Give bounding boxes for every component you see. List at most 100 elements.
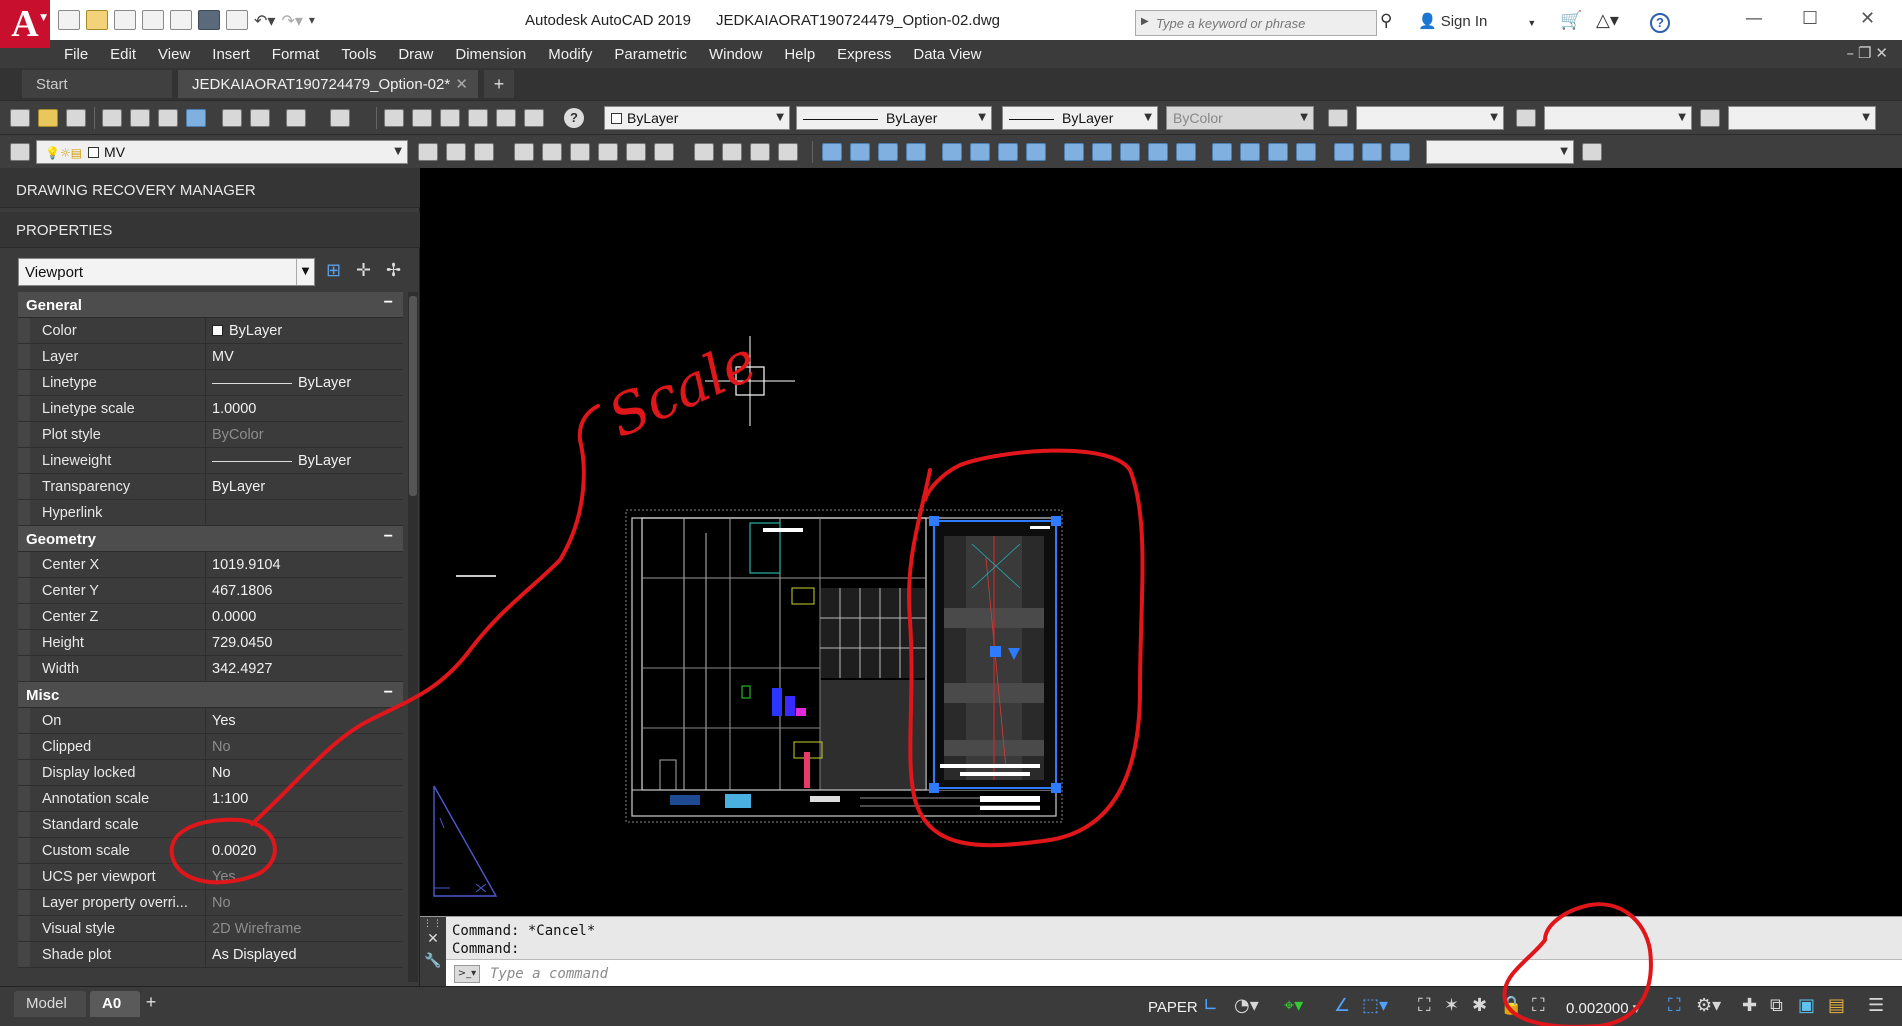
baseline-dimension-icon[interactable] [1092, 143, 1112, 161]
property-value[interactable]: 2D Wireframe [205, 916, 403, 941]
dimension-break-icon[interactable] [1176, 143, 1196, 161]
property-row-hyperlink[interactable]: Hyperlink [18, 500, 403, 526]
expand-arrow-icon[interactable]: ▶ [1141, 16, 1149, 27]
open-web-icon[interactable] [170, 10, 192, 30]
property-value[interactable]: ByColor [205, 422, 403, 447]
property-value[interactable]: ByLayer [205, 370, 403, 395]
property-row-layer[interactable]: Layer MV [18, 344, 403, 370]
menu-window[interactable]: Window [709, 46, 762, 63]
cut-icon[interactable] [222, 109, 242, 127]
plot-preview-icon[interactable] [130, 109, 150, 127]
save-as-icon[interactable] [142, 10, 164, 30]
property-row-clipped[interactable]: Clipped No [18, 734, 403, 760]
maximize-icon[interactable]: ☐ [1802, 8, 1818, 29]
menu-format[interactable]: Format [272, 46, 320, 63]
dimension-update-icon[interactable] [1390, 143, 1410, 161]
property-row-visual-style[interactable]: Visual style 2D Wireframe [18, 916, 403, 942]
make-current-layer-icon[interactable] [418, 143, 438, 161]
minimize-icon[interactable]: — [1745, 8, 1763, 29]
property-value[interactable]: MV [205, 344, 403, 369]
command-line-gutter[interactable]: ⋮⋮ ✕ 🔧 [420, 917, 446, 987]
binoculars-icon[interactable]: ⚲ [1380, 11, 1392, 31]
dimension-style-icon[interactable] [1516, 109, 1536, 127]
menu-tools[interactable]: Tools [341, 46, 376, 63]
redo-icon[interactable] [330, 109, 350, 127]
floor-plan-viewport[interactable] [641, 517, 927, 791]
aligned-dimension-icon[interactable] [850, 143, 870, 161]
property-row-width[interactable]: Width 342.4927 [18, 656, 403, 682]
customize-wrench-icon[interactable]: 🔧 [420, 953, 446, 969]
quick-dimension-icon[interactable] [1064, 143, 1084, 161]
property-value[interactable]: ByLayer [205, 474, 403, 499]
match-properties-icon[interactable] [250, 109, 270, 127]
property-row-shade-plot[interactable]: Shade plot As Displayed [18, 942, 403, 968]
property-row-height[interactable]: Height 729.0450 [18, 630, 403, 656]
layer-merge-icon[interactable] [778, 143, 798, 161]
drawing-canvas[interactable] [420, 168, 1902, 916]
save-icon[interactable] [66, 109, 86, 127]
dimension-style-icon[interactable] [1582, 143, 1602, 161]
open-icon[interactable] [86, 10, 108, 30]
annotation-monitor-icon[interactable]: ✚ [1742, 995, 1757, 1016]
property-value[interactable]: No [205, 760, 403, 785]
paper-space-drawing[interactable] [420, 168, 1902, 916]
clean-screen-icon[interactable]: ▤ [1828, 995, 1845, 1016]
layer-combo[interactable]: 💡☼▤ MV ▼ [36, 140, 408, 164]
collapse-icon[interactable]: − [384, 684, 393, 702]
layer-isolate-icon[interactable] [570, 143, 590, 161]
add-layout-button[interactable]: + [142, 991, 172, 1017]
3d-dwf-icon[interactable] [186, 109, 206, 127]
diameter-dimension-icon[interactable] [998, 143, 1018, 161]
property-row-custom-scale[interactable]: Custom scale 0.0020 [18, 838, 403, 864]
annotation-visibility-icon[interactable]: ✶ [1444, 995, 1459, 1016]
open-icon[interactable] [38, 109, 58, 127]
command-input-row[interactable]: >_▾ [446, 959, 1902, 987]
layer-properties-icon[interactable] [10, 143, 30, 161]
layout-tab-a0[interactable]: A0 [90, 991, 140, 1017]
menu-edit[interactable]: Edit [110, 46, 136, 63]
property-row-center-y[interactable]: Center Y 467.1806 [18, 578, 403, 604]
inspection-icon[interactable] [1268, 143, 1288, 161]
paper-space-toggle[interactable]: PAPER [1148, 999, 1198, 1016]
linear-dimension-icon[interactable] [822, 143, 842, 161]
plot-icon[interactable] [102, 109, 122, 127]
layer-change-icon[interactable] [542, 143, 562, 161]
grip-top-left[interactable] [929, 516, 939, 526]
tolerance-icon[interactable] [1212, 143, 1232, 161]
markup-icon[interactable] [496, 109, 516, 127]
grip-bottom-left[interactable] [929, 783, 939, 793]
maximize-viewport-icon[interactable]: ⛶ [1532, 995, 1545, 1016]
jogged-dimension-icon[interactable] [970, 143, 990, 161]
lineweight-combo[interactable]: ByLayer ▼ [1002, 106, 1158, 130]
property-row-standard-scale[interactable]: Standard scale [18, 812, 403, 838]
save-web-icon[interactable] [198, 10, 220, 30]
property-row-linetype-scale[interactable]: Linetype scale 1.0000 [18, 396, 403, 422]
section-general[interactable]: General − [18, 292, 403, 318]
auto-scale-icon[interactable]: ✱ [1472, 995, 1487, 1016]
properties-header[interactable]: PROPERTIES [0, 212, 420, 248]
menu-view[interactable]: View [158, 46, 190, 63]
layer-states-icon[interactable] [474, 143, 494, 161]
chevron-down-icon[interactable]: ▼ [1527, 18, 1536, 28]
publish-icon[interactable] [158, 109, 178, 127]
recent-commands-icon[interactable]: >_▾ [454, 965, 480, 983]
property-value[interactable]: 1019.9104 [205, 552, 403, 577]
menu-file[interactable]: File [64, 46, 88, 63]
save-icon[interactable] [114, 10, 136, 30]
property-value[interactable]: 1.0000 [205, 396, 403, 421]
undo-icon[interactable] [286, 109, 306, 127]
viewport-scale[interactable]: 0.002000 ▾ [1566, 999, 1640, 1017]
radius-dimension-icon[interactable] [942, 143, 962, 161]
document-window-controls[interactable]: –❐✕ [1846, 44, 1892, 62]
property-value[interactable]: ByLayer [205, 318, 403, 343]
isolate-objects-icon[interactable]: ⧉ [1770, 995, 1783, 1016]
property-row-on[interactable]: On Yes [18, 708, 403, 734]
grip-center[interactable] [990, 646, 1001, 657]
property-row-center-z[interactable]: Center Z 0.0000 [18, 604, 403, 630]
calculator-icon[interactable] [524, 109, 544, 127]
property-row-linetype[interactable]: Linetype ByLayer [18, 370, 403, 396]
selected-viewport[interactable] [929, 516, 1061, 793]
dimension-style-combo[interactable]: ▼ [1544, 106, 1692, 130]
search-input[interactable]: ▶ Type a keyword or phrase [1135, 10, 1377, 36]
menu-data-view[interactable]: Data View [913, 46, 981, 63]
